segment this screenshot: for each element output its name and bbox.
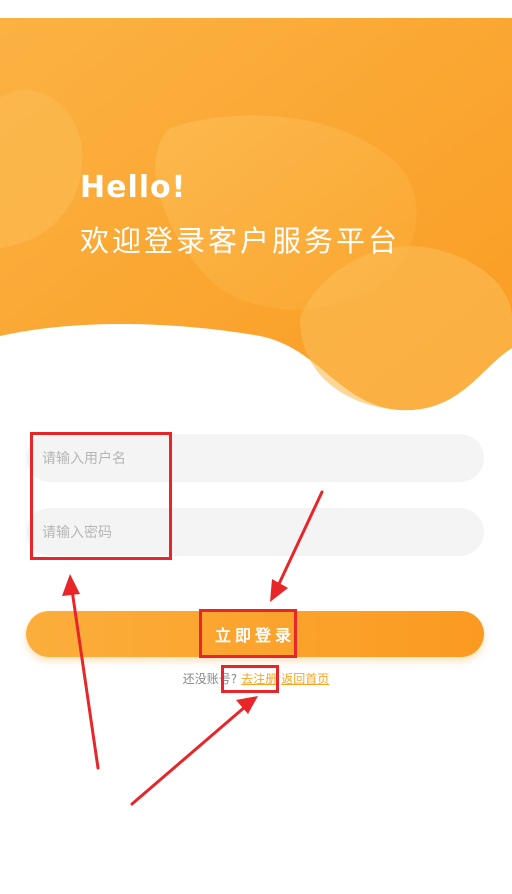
annotation-box-inputs	[30, 432, 172, 560]
annotation-box-register	[221, 665, 279, 693]
home-link[interactable]: 返回首页	[281, 672, 329, 686]
annotation-box-login	[199, 609, 297, 658]
login-page: Hello! 欢迎登录客户服务平台 立即登录 还没账号?去注册返回首页	[0, 0, 512, 894]
hero-title: Hello!	[80, 170, 187, 205]
hero-subtitle: 欢迎登录客户服务平台	[80, 224, 401, 258]
annotation-arrow-register	[130, 704, 248, 806]
status-bar-area	[0, 0, 512, 18]
